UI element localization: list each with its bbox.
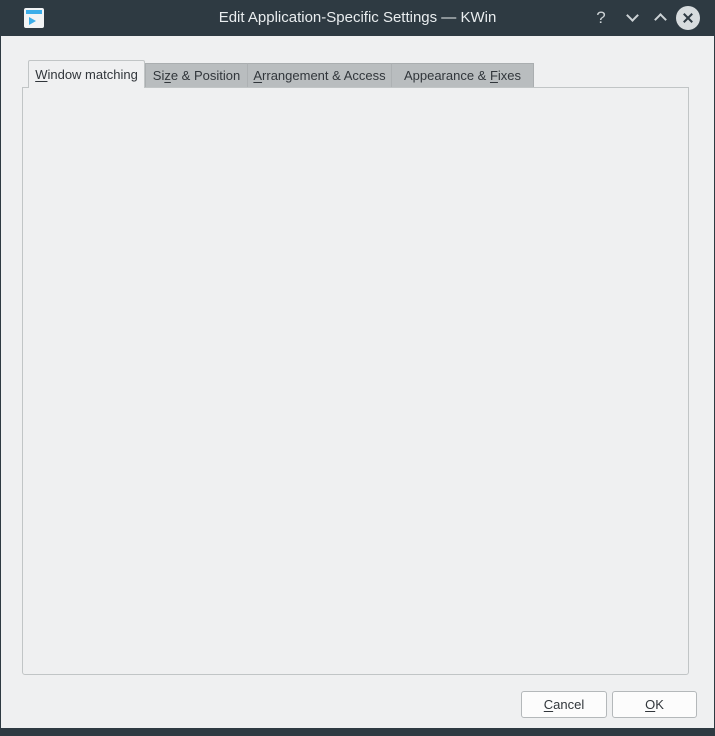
cancel-button[interactable]: Cancel <box>521 691 607 718</box>
maximize-button[interactable] <box>650 7 672 29</box>
minimize-button[interactable] <box>622 7 644 29</box>
chevron-down-icon <box>626 9 639 22</box>
tab-window-matching[interactable]: Window matching <box>28 60 145 88</box>
titlebar: Edit Application-Specific Settings — KWi… <box>0 0 715 36</box>
help-button[interactable]: ? <box>590 7 612 29</box>
tab-appearance-fixes[interactable]: Appearance & Fixes <box>391 63 534 87</box>
tab-pane <box>22 87 689 675</box>
tab-arrangement-access[interactable]: Arrangement & Access <box>247 63 391 87</box>
dialog-body: Window matching Size & Position Arrangem… <box>1 36 714 728</box>
tab-size-position[interactable]: Size & Position <box>145 63 247 87</box>
chevron-up-icon <box>654 13 667 26</box>
close-button[interactable] <box>676 6 700 30</box>
dialog-window: Edit Application-Specific Settings — KWi… <box>0 0 715 736</box>
ok-button[interactable]: OK <box>612 691 697 718</box>
